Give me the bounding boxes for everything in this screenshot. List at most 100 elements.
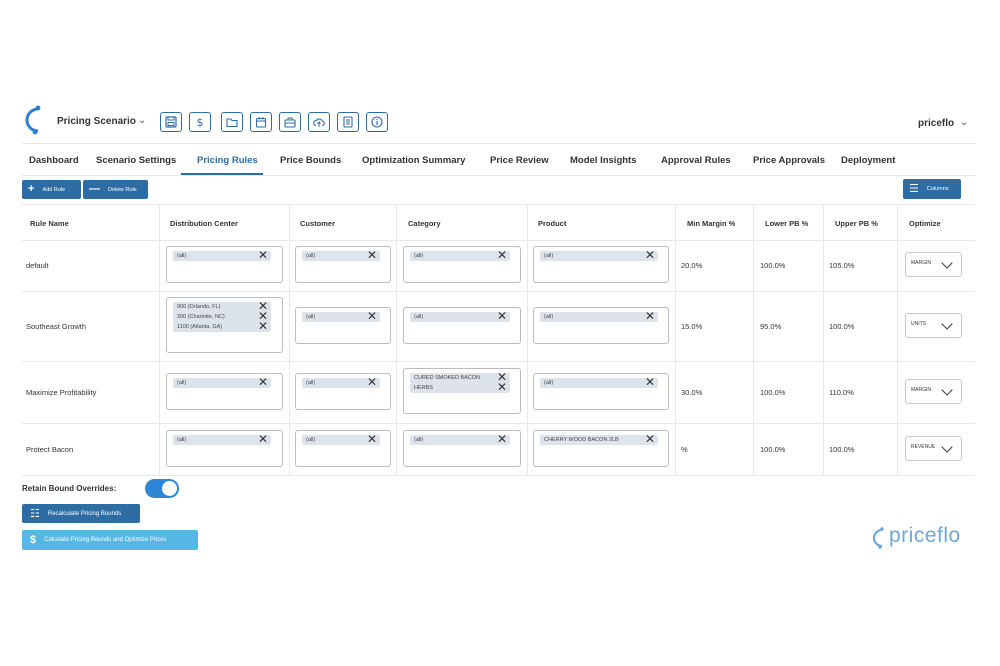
priceflo-logo-icon bbox=[25, 105, 41, 135]
product-multiselect[interactable]: (all) ✕ bbox=[533, 307, 669, 344]
remove-icon[interactable]: ✕ bbox=[258, 433, 268, 445]
optimize-select[interactable]: UNITS bbox=[905, 313, 962, 338]
customer-multiselect[interactable]: (all) ✕ bbox=[295, 373, 391, 410]
category-multiselect[interactable]: (all) ✕ bbox=[403, 246, 521, 283]
selected-chip: (all) bbox=[173, 251, 271, 261]
header-lower-pb[interactable]: Lower PB % bbox=[765, 219, 808, 228]
distribution-center-multiselect[interactable]: (all) ✕ bbox=[166, 246, 283, 283]
add-rule-button[interactable]: + Add Rule bbox=[22, 180, 81, 199]
plus-icon: + bbox=[28, 183, 35, 195]
category-multiselect[interactable]: (all) ✕ bbox=[403, 430, 521, 467]
remove-icon[interactable]: ✕ bbox=[258, 320, 268, 332]
table-header-divider bbox=[22, 240, 975, 241]
header-distribution-center[interactable]: Distribution Center bbox=[170, 219, 238, 228]
document-icon[interactable] bbox=[337, 112, 359, 132]
min-margin-cell[interactable]: 30.0% bbox=[681, 388, 702, 397]
optimize-select[interactable]: MARGIN bbox=[905, 379, 962, 404]
recalculate-pricing-bounds-button[interactable]: ☷ Recalculate Pricing Bounds bbox=[22, 504, 140, 523]
remove-icon[interactable]: ✕ bbox=[497, 433, 507, 445]
rule-name-cell: default bbox=[26, 261, 49, 270]
upper-pb-cell[interactable]: 100.0% bbox=[829, 445, 854, 454]
header-customer[interactable]: Customer bbox=[300, 219, 335, 228]
remove-icon[interactable]: ✕ bbox=[645, 310, 655, 322]
calendar-icon[interactable] bbox=[250, 112, 272, 132]
scenario-selector[interactable]: Pricing Scenario bbox=[57, 116, 136, 127]
columns-button[interactable]: ☰ Columns bbox=[903, 179, 961, 199]
product-multiselect[interactable]: (all) ✕ bbox=[533, 373, 669, 410]
header-category[interactable]: Category bbox=[408, 219, 441, 228]
tab-pricing-rules[interactable]: Pricing Rules bbox=[197, 155, 258, 166]
upper-pb-cell[interactable]: 110.0% bbox=[829, 388, 854, 397]
min-margin-cell[interactable]: % bbox=[681, 445, 688, 454]
selected-chip: 900 (Orlando, FL) bbox=[173, 302, 271, 312]
remove-icon[interactable]: ✕ bbox=[367, 310, 377, 322]
header-product[interactable]: Product bbox=[538, 219, 566, 228]
tab-model-insights[interactable]: Model Insights bbox=[570, 155, 637, 166]
min-margin-cell[interactable]: 15.0% bbox=[681, 322, 702, 331]
priceflo-logo-icon bbox=[872, 527, 884, 549]
cloud-upload-icon[interactable] bbox=[308, 112, 330, 132]
tab-price-review[interactable]: Price Review bbox=[490, 155, 549, 166]
remove-icon[interactable]: ✕ bbox=[258, 249, 268, 261]
lower-pb-cell[interactable]: 100.0% bbox=[760, 388, 785, 397]
header-rule-name[interactable]: Rule Name bbox=[30, 219, 69, 228]
lower-pb-cell[interactable]: 100.0% bbox=[760, 261, 785, 270]
category-multiselect[interactable]: CURED SMOKED BACON ✕ HERBS ✕ bbox=[403, 368, 521, 414]
list-icon: ☰ bbox=[909, 182, 919, 195]
lower-pb-cell[interactable]: 95.0% bbox=[760, 322, 781, 331]
tab-optimization-summary[interactable]: Optimization Summary bbox=[362, 155, 465, 166]
remove-icon[interactable]: ✕ bbox=[497, 381, 507, 393]
rule-name-cell: Protect Bacon bbox=[26, 445, 74, 454]
upper-pb-cell[interactable]: 105.0% bbox=[829, 261, 854, 270]
calculate-and-optimize-button[interactable]: $ Calculate Pricing Bounds and Optimize P… bbox=[22, 530, 198, 550]
distribution-center-multiselect[interactable]: 900 (Orlando, FL) ✕ 200 (Charlotte, NC) … bbox=[166, 297, 283, 353]
info-icon[interactable] bbox=[366, 112, 388, 132]
selected-chip: CHERRY WOOD BACON 2LB bbox=[540, 435, 658, 445]
remove-icon[interactable]: ✕ bbox=[645, 376, 655, 388]
lower-pb-cell[interactable]: 100.0% bbox=[760, 445, 785, 454]
upper-pb-cell[interactable]: 100.0% bbox=[829, 322, 854, 331]
header-optimize[interactable]: Optimize bbox=[909, 219, 941, 228]
retain-bound-overrides-toggle[interactable] bbox=[145, 479, 179, 498]
optimize-select[interactable]: MARGIN bbox=[905, 252, 962, 277]
category-multiselect[interactable]: (all) ✕ bbox=[403, 307, 521, 344]
remove-icon[interactable]: ✕ bbox=[645, 433, 655, 445]
tab-scenario-settings[interactable]: Scenario Settings bbox=[96, 155, 176, 166]
header-upper-pb[interactable]: Upper PB % bbox=[835, 219, 878, 228]
customer-multiselect[interactable]: (all) ✕ bbox=[295, 307, 391, 344]
tab-deployment[interactable]: Deployment bbox=[841, 155, 895, 166]
header-min-margin[interactable]: Min Margin % bbox=[687, 219, 735, 228]
briefcase-icon[interactable] bbox=[279, 112, 301, 132]
tab-price-approvals[interactable]: Price Approvals bbox=[753, 155, 825, 166]
optimize-value: REVENUE bbox=[911, 444, 936, 450]
optimize-select[interactable]: REVENUE bbox=[905, 436, 962, 461]
distribution-center-multiselect[interactable]: (all) ✕ bbox=[166, 373, 283, 410]
remove-icon[interactable]: ✕ bbox=[497, 249, 507, 261]
rule-name-cell: Southeast Growth bbox=[26, 322, 87, 331]
customer-multiselect[interactable]: (all) ✕ bbox=[295, 430, 391, 467]
remove-icon[interactable]: ✕ bbox=[367, 433, 377, 445]
table-border-top bbox=[22, 204, 975, 205]
dollar-icon[interactable]: $ bbox=[189, 112, 211, 132]
dollar-icon: $ bbox=[30, 534, 37, 546]
remove-icon[interactable]: ✕ bbox=[367, 249, 377, 261]
min-margin-cell[interactable]: 20.0% bbox=[681, 261, 702, 270]
chevron-down-icon bbox=[941, 441, 953, 453]
save-icon[interactable] bbox=[160, 112, 182, 132]
tab-approval-rules[interactable]: Approval Rules bbox=[661, 155, 731, 166]
remove-icon[interactable]: ✕ bbox=[367, 376, 377, 388]
product-multiselect[interactable]: (all) ✕ bbox=[533, 246, 669, 283]
remove-icon[interactable]: ✕ bbox=[645, 249, 655, 261]
user-menu[interactable]: priceflo bbox=[918, 118, 954, 129]
tab-dashboard[interactable]: Dashboard bbox=[29, 155, 79, 166]
customer-multiselect[interactable]: (all) ✕ bbox=[295, 246, 391, 283]
distribution-center-multiselect[interactable]: (all) ✕ bbox=[166, 430, 283, 467]
product-multiselect[interactable]: CHERRY WOOD BACON 2LB ✕ bbox=[533, 430, 669, 467]
delete-rule-button[interactable]: — Delete Rule bbox=[83, 180, 148, 199]
tab-price-bounds[interactable]: Price Bounds bbox=[280, 155, 341, 166]
chevron-down-icon[interactable]: ⌄ bbox=[138, 115, 146, 126]
remove-icon[interactable]: ✕ bbox=[497, 310, 507, 322]
remove-icon[interactable]: ✕ bbox=[258, 376, 268, 388]
folder-icon[interactable] bbox=[221, 112, 243, 132]
chevron-down-icon[interactable]: ⌄ bbox=[960, 117, 968, 128]
